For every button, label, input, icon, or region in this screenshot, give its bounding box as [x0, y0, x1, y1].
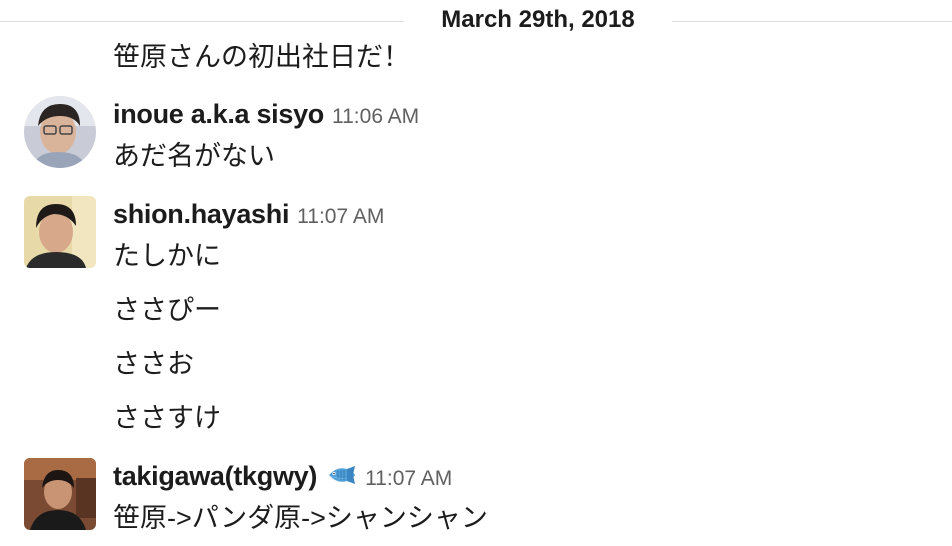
avatar-image — [24, 458, 96, 530]
avatar-image — [24, 96, 96, 168]
username-link[interactable]: shion.hayashi — [113, 199, 289, 229]
message-text: たしかに — [113, 241, 221, 271]
timestamp[interactable]: 11:07 AM — [297, 205, 384, 228]
user-avatar-takigawa[interactable] — [24, 458, 96, 530]
message-header: takigawa(tkgwy) 11:07 AM — [113, 458, 452, 494]
message-header: shion.hayashi 11:07 AM — [113, 196, 384, 232]
divider-line-left — [0, 21, 404, 22]
user-avatar-shion[interactable] — [24, 196, 96, 268]
username-link[interactable]: takigawa(tkgwy) — [113, 461, 317, 491]
message-text: 笹原->パンダ原->シャンシャン — [113, 503, 488, 533]
user-avatar-inoue[interactable] — [24, 96, 96, 168]
timestamp[interactable]: 11:07 AM — [365, 467, 452, 490]
message-text: ささぴー — [113, 295, 221, 325]
username-link[interactable]: inoue a.k.a sisyo — [113, 99, 324, 129]
fish-icon-graphic — [329, 466, 356, 485]
divider-line-right — [672, 21, 952, 22]
fish-icon[interactable] — [327, 465, 357, 490]
date-label[interactable]: March 29th, 2018 — [404, 4, 672, 36]
message-text: ささすけ — [113, 403, 221, 433]
timestamp[interactable]: 11:06 AM — [332, 105, 419, 128]
message-text: ささお — [113, 349, 194, 379]
message-header: inoue a.k.a sisyo 11:06 AM — [113, 96, 419, 132]
date-divider: March 29th, 2018 — [0, 0, 952, 40]
message-text: あだ名がない — [113, 141, 275, 171]
message-text: 笹原さんの初出社日だ！ — [113, 42, 410, 72]
avatar-image — [24, 196, 96, 268]
